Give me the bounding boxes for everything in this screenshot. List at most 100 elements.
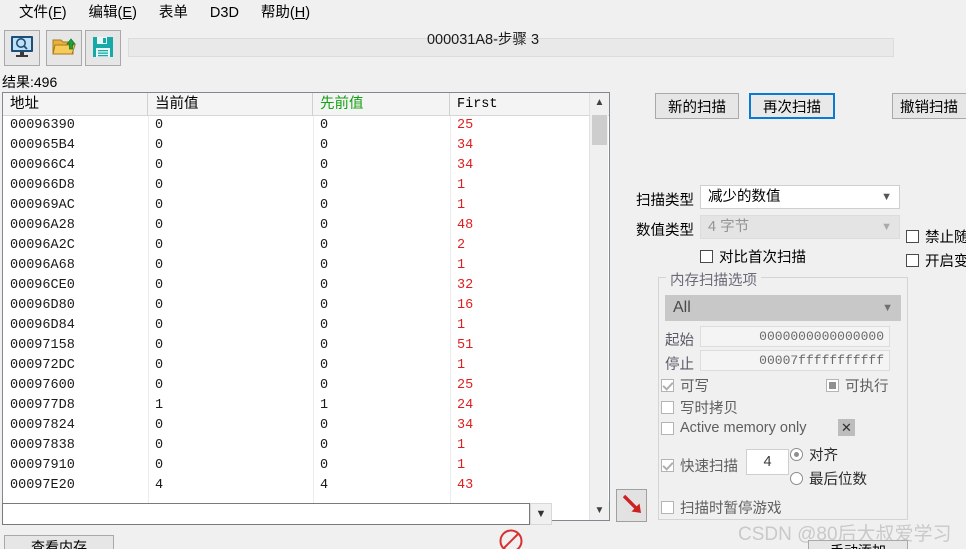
view-memory-button[interactable]: 查看内存 [4,535,114,549]
toolbar-address-field[interactable] [128,38,894,57]
current-value-cell: 0 [155,338,164,353]
address-cell: 00097158 [10,338,75,353]
table-row[interactable]: 000965B4 0 0 34 [3,136,609,156]
next-scan-button[interactable]: 再次扫描 [749,93,835,119]
checkbox-indeterminate-icon [826,379,839,392]
first-value-cell: 1 [457,318,466,333]
first-value-cell: 48 [457,218,474,233]
previous-value-cell: 1 [320,398,329,413]
menu-item-file[interactable]: 文件(F) [8,2,78,25]
open-process-button[interactable] [4,30,40,66]
first-value-cell: 1 [457,438,466,453]
memory-scan-options-title: 内存扫描选项 [666,269,761,290]
fast-scan-alignment-input[interactable]: 4 [746,449,789,475]
pause-game-checkbox[interactable]: 扫描时暂停游戏 [661,497,782,518]
compare-first-scan-checkbox[interactable]: 对比首次扫描 [700,246,806,267]
column-header-current[interactable]: 当前值 [148,93,313,116]
column-header-first[interactable]: First [450,93,594,116]
cheat-table-dropdown-button[interactable]: ▼ [530,503,552,525]
current-value-cell: 4 [155,478,164,493]
memory-region-select[interactable]: All ▼ [665,295,901,321]
executable-label: 可执行 [845,379,889,395]
toolbar [0,26,966,70]
column-header-address[interactable]: 地址 [3,93,148,116]
new-scan-button[interactable]: 新的扫描 [655,93,739,119]
first-value-cell: 51 [457,338,474,353]
scroll-down-icon[interactable]: ▼ [590,501,609,520]
alignment-label: 对齐 [809,448,838,464]
chevron-down-icon: ▼ [881,221,892,233]
scan-type-select[interactable]: 减少的数值 ▼ [700,185,900,209]
table-row[interactable]: 00097824 0 0 34 [3,416,609,436]
enable-change-checkbox[interactable]: 开启变 [906,250,966,271]
table-row[interactable]: 000966C4 0 0 34 [3,156,609,176]
column-header-previous[interactable]: 先前值 [313,93,450,116]
results-vertical-scrollbar[interactable]: ▲ ▼ [589,93,609,520]
current-value-cell: 0 [155,178,164,193]
table-row[interactable]: 00097600 0 0 25 [3,376,609,396]
menu-file-suffix: ) [61,4,67,21]
table-row[interactable]: 00096D84 0 0 1 [3,316,609,336]
add-to-list-arrow-button[interactable] [616,489,647,522]
table-row[interactable]: 00096A68 0 0 1 [3,256,609,276]
save-file-button[interactable] [85,30,121,66]
previous-value-cell: 0 [320,358,329,373]
table-row[interactable]: 000977D8 1 1 24 [3,396,609,416]
menu-item-edit[interactable]: 编辑(E) [78,2,148,25]
table-row[interactable]: 00097838 0 0 1 [3,436,609,456]
current-value-cell: 0 [155,198,164,213]
red-arrow-down-right-icon [621,493,643,518]
table-row[interactable]: 00096D80 0 0 16 [3,296,609,316]
table-row[interactable]: 000972DC 0 0 1 [3,356,609,376]
address-cell: 00096390 [10,118,75,133]
cheat-engine-window: 文件(F) 编辑(E) 表单 D3D 帮助(H) 000031A8-步骤 3 结… [0,0,966,549]
current-value-cell: 0 [155,118,164,133]
first-value-cell: 34 [457,138,474,153]
last-digits-label: 最后位数 [809,472,867,488]
alignment-radio[interactable]: 对齐 [790,444,838,465]
close-icon[interactable]: ✕ [838,419,855,436]
menu-item-table[interactable]: 表单 [148,2,199,25]
menu-d3d-text: D3D [209,4,239,21]
table-row[interactable]: 00097158 0 0 51 [3,336,609,356]
table-row[interactable]: 00096A28 0 0 48 [3,216,609,236]
current-value-cell: 1 [155,398,164,413]
current-value-cell: 0 [155,438,164,453]
menu-item-help[interactable]: 帮助(H) [250,2,321,25]
copy-on-write-checkbox[interactable]: 写时拷贝 [661,397,738,418]
manual-add-button[interactable]: 手动添加 [808,540,908,549]
floppy-disk-icon [91,35,115,62]
scroll-up-icon[interactable]: ▲ [590,93,609,112]
table-row[interactable]: 00096390 0 0 25 [3,116,609,136]
undo-scan-button[interactable]: 撤销扫描 [892,93,966,119]
table-row[interactable]: 00096CE0 0 0 32 [3,276,609,296]
menu-item-d3d[interactable]: D3D [199,2,250,25]
scrollbar-thumb[interactable] [592,115,607,145]
table-row[interactable]: 00096A2C 0 0 2 [3,236,609,256]
no-random-checkbox[interactable]: 禁止随 [906,226,966,247]
memory-region-value: All [673,299,691,316]
writable-checkbox[interactable]: 可写 [661,375,709,396]
table-row[interactable]: 000969AC 0 0 1 [3,196,609,216]
active-memory-only-checkbox[interactable]: Active memory only [661,420,807,436]
checkbox-box-icon [700,250,713,263]
cheat-table-list[interactable] [2,503,530,525]
open-file-button[interactable] [46,30,82,66]
first-value-cell: 25 [457,118,474,133]
chevron-down-icon: ▼ [882,302,893,314]
stop-address-input[interactable]: 00007fffffffffff [700,350,890,371]
table-row[interactable]: 000966D8 0 0 1 [3,176,609,196]
address-cell: 00097910 [10,458,75,473]
fast-scan-checkbox[interactable]: 快速扫描 [661,455,738,476]
address-cell: 000966D8 [10,178,75,193]
checkbox-checked-icon [661,379,674,392]
table-row[interactable]: 00097910 0 0 1 [3,456,609,476]
value-type-select[interactable]: 4 字节 ▼ [700,215,900,239]
table-body[interactable]: 00096390 0 0 25 000965B4 0 0 34 000966C4 0 0 34 0009… [3,116,609,520]
table-row[interactable]: 00097E20 4 4 43 [3,476,609,496]
stop-address-label: 停止 [665,357,694,373]
last-digits-radio[interactable]: 最后位数 [790,468,867,489]
first-value-cell: 2 [457,238,466,253]
start-address-input[interactable]: 0000000000000000 [700,326,890,347]
executable-checkbox[interactable]: 可执行 [826,375,889,396]
